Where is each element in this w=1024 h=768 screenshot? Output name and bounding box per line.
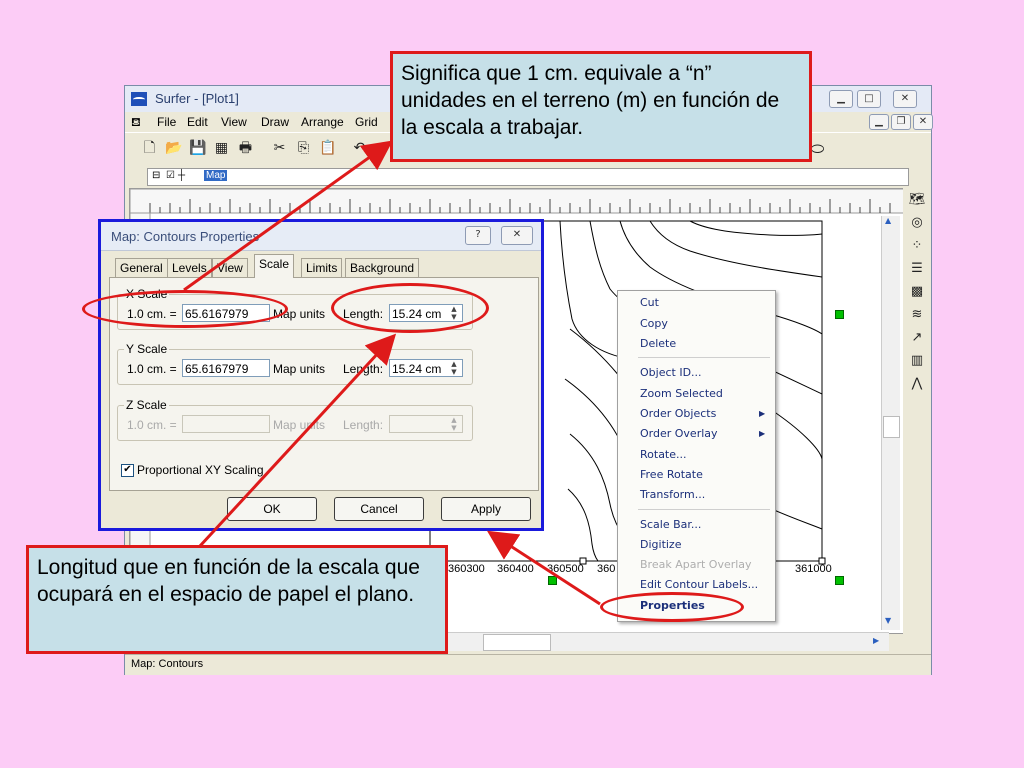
callout-length-explanation: Longitud que en función de la escala que… bbox=[26, 545, 448, 654]
arrow-to-length-field bbox=[198, 333, 397, 548]
arrow-to-dialog bbox=[486, 530, 601, 606]
callout-scale-explanation: Significa que 1 cm. equivale a “n” unida… bbox=[390, 51, 812, 162]
tab-scale[interactable]: Scale bbox=[254, 254, 295, 278]
